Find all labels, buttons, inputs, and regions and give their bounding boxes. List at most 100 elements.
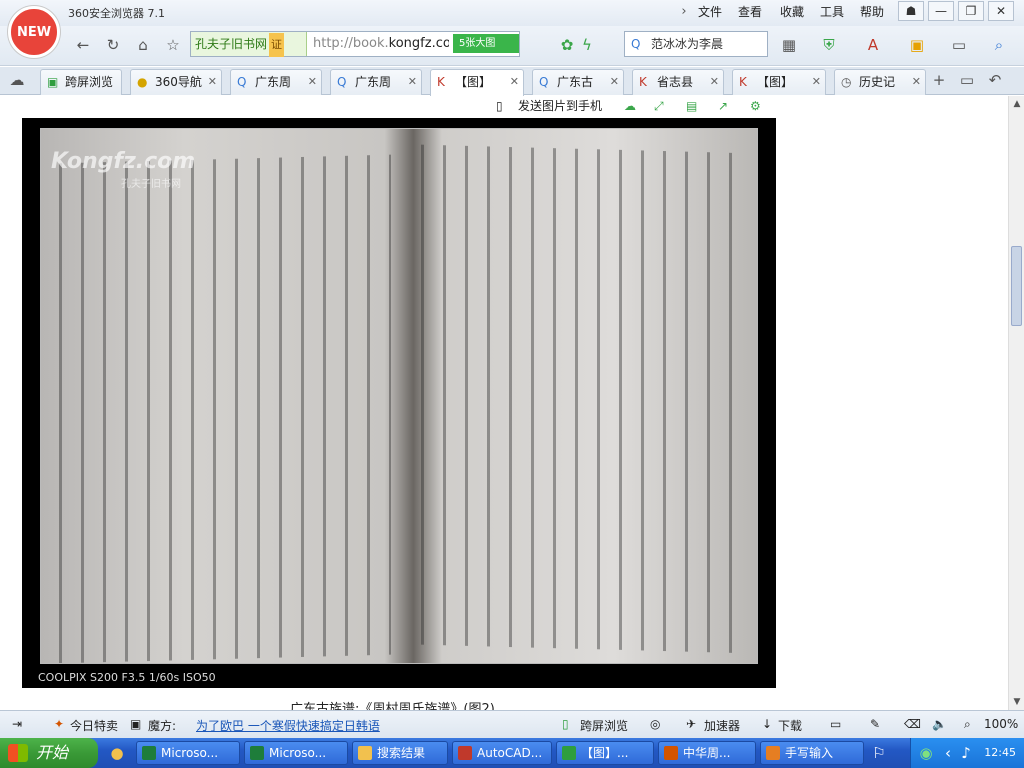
cloud-icon[interactable]: ☁ [6, 69, 28, 91]
image-icon[interactable]: ▭ [948, 34, 970, 56]
save-icon[interactable]: ▤ [686, 96, 697, 116]
page-icon[interactable]: ▭ [830, 717, 841, 731]
menu-view[interactable]: 查看 [738, 3, 762, 20]
minimize-button[interactable]: — [928, 1, 954, 21]
scroll-down-icon[interactable]: ▼ [1009, 694, 1024, 710]
close-tab-icon[interactable]: ✕ [208, 70, 217, 94]
search-icon: Q [237, 75, 247, 89]
tab-label: 历史记 [859, 75, 896, 89]
scroll-thumb[interactable] [1011, 246, 1022, 326]
taskbar-item-handwriting[interactable]: 手写输入 [760, 741, 864, 765]
taskbar-item-browser[interactable]: 【图】... [556, 741, 654, 765]
tab-list-icon[interactable]: ▭ [956, 69, 978, 91]
chevron-right-icon[interactable]: › [676, 2, 692, 22]
magic-link[interactable]: 为了欧巴 一个寒假快速搞定日韩语 [196, 717, 380, 734]
taskbar-item-zhonghua[interactable]: 中华周... [658, 741, 756, 765]
tab-cross-screen[interactable]: ▣ 跨屏浏览 [40, 69, 122, 95]
brush-icon[interactable]: ✎ [870, 717, 880, 731]
tab-360-nav[interactable]: ● 360导航 ✕ [130, 69, 222, 95]
undo-close-icon[interactable]: ↶ [984, 69, 1006, 91]
menu-file[interactable]: 文件 [698, 3, 722, 20]
home-icon[interactable]: ⌂ [132, 34, 154, 56]
quicklaunch-icon[interactable]: ● [106, 742, 128, 764]
tab-image-2[interactable]: K 【图】 ✕ [732, 69, 826, 95]
tab-guangdong-2[interactable]: Q 广东周 ✕ [330, 69, 422, 95]
accelerate-icon[interactable]: ✿ [556, 34, 578, 56]
zoom-level[interactable]: 100% [984, 717, 1018, 731]
download-button[interactable]: 下载 [778, 717, 802, 734]
close-tab-icon[interactable]: ✕ [710, 70, 719, 94]
address-bar[interactable]: 孔夫子旧书网证 http://book.kongfz.co 5张大图 [190, 31, 520, 57]
taskbar-item-autocad[interactable]: AutoCAD... [452, 741, 552, 765]
close-tab-icon[interactable]: ✕ [912, 70, 921, 94]
site-badge[interactable]: 孔夫子旧书网证 [191, 32, 307, 57]
skin-icon[interactable]: ☗ [898, 1, 924, 21]
search-input[interactable]: 范冰冰为李晨 [651, 37, 723, 51]
windows-logo-icon [8, 744, 28, 762]
tab-active-image[interactable]: K 【图】 ✕ [430, 69, 524, 96]
language-icon[interactable]: ⚐ [868, 742, 890, 764]
tab-label: 跨屏浏览 [65, 75, 114, 89]
translate-icon[interactable]: A [862, 34, 884, 56]
apps-icon[interactable]: ▦ [778, 34, 800, 56]
menu-tools[interactable]: 工具 [820, 3, 844, 20]
back-icon[interactable]: ← [72, 34, 94, 56]
cross-screen-button[interactable]: 跨屏浏览 [580, 717, 628, 734]
extensions-icon[interactable]: ▣ [906, 34, 928, 56]
big-image-button[interactable]: 5张大图 [453, 34, 519, 53]
sidebar-toggle-icon[interactable]: ⇥ [12, 717, 22, 731]
menu-help[interactable]: 帮助 [860, 3, 884, 20]
clean-icon[interactable]: ⌫ [904, 717, 921, 731]
app-title: 360安全浏览器 7.1 [68, 7, 165, 20]
share-icon[interactable]: ↗ [718, 96, 728, 116]
close-tab-icon[interactable]: ✕ [812, 70, 821, 94]
genealogy-book-photo[interactable]: Kongfz.com 孔夫子旧书网 [40, 128, 758, 664]
tab-history[interactable]: ◷ 历史记 ✕ [834, 69, 926, 95]
zoom-icon[interactable]: ⌕ [988, 34, 1010, 56]
maximize-button[interactable]: ❐ [958, 1, 984, 21]
status-bar: ⇥ ✦ 今日特卖 ▣ 魔方: 为了欧巴 一个寒假快速搞定日韩语 ▯ 跨屏浏览 ◎… [0, 710, 1024, 738]
close-button[interactable]: ✕ [988, 1, 1014, 21]
shield-icon[interactable]: ⛨ [818, 34, 840, 56]
url-text[interactable]: http://book.kongfz.co [313, 32, 449, 56]
close-tab-icon[interactable]: ✕ [308, 70, 317, 94]
excel-icon [250, 746, 264, 760]
fullscreen-icon[interactable]: ⤢ [654, 96, 664, 116]
today-deals-link[interactable]: 今日特卖 [70, 717, 118, 734]
360-browser-icon [562, 746, 576, 760]
refresh-icon[interactable]: ↻ [102, 34, 124, 56]
tab-province-records[interactable]: K 省志县 ✕ [632, 69, 724, 95]
folder-icon [358, 746, 372, 760]
accelerator-button[interactable]: 加速器 [704, 717, 740, 734]
send-to-phone-button[interactable]: 发送图片到手机 [518, 96, 602, 116]
phone-icon[interactable]: ▯ [496, 96, 503, 116]
browser-status-icon[interactable]: ◎ [650, 717, 660, 731]
start-button[interactable]: 开始 [0, 738, 98, 768]
taskbar-item-excel-1[interactable]: Microso... [136, 741, 240, 765]
volume-tray-icon[interactable]: ♪ [955, 742, 977, 764]
new-tab-icon[interactable]: + [928, 69, 950, 91]
close-tab-icon[interactable]: ✕ [408, 70, 417, 94]
network-icon[interactable]: ◉ [915, 742, 937, 764]
lightning-icon[interactable]: ϟ [576, 34, 598, 56]
taskbar-item-search[interactable]: 搜索结果 [352, 741, 448, 765]
volume-icon[interactable]: 🔈 [932, 717, 947, 731]
scroll-up-icon[interactable]: ▲ [1009, 96, 1024, 112]
search-box[interactable]: Q 范冰冰为李晨 [624, 31, 768, 57]
settings-icon[interactable]: ⚙ [750, 96, 761, 116]
magic-cube-icon: ▣ [130, 717, 142, 731]
close-tab-icon[interactable]: ✕ [510, 70, 519, 94]
360-browser-logo[interactable]: NEW [8, 6, 60, 58]
tab-guangdong-gu[interactable]: Q 广东古 ✕ [532, 69, 624, 95]
close-tab-icon[interactable]: ✕ [610, 70, 619, 94]
menu-favorites[interactable]: 收藏 [780, 3, 804, 20]
cloud-icon[interactable]: ☁ [624, 96, 636, 116]
star-icon[interactable]: ☆ [162, 34, 184, 56]
tab-guangdong-1[interactable]: Q 广东周 ✕ [230, 69, 322, 95]
book-page-right [421, 144, 751, 654]
cert-badge[interactable]: 证 [269, 33, 285, 57]
excel-icon [142, 746, 156, 760]
vertical-scrollbar[interactable]: ▲ ▼ [1008, 96, 1024, 710]
exif-info: COOLPIX S200 F3.5 1/60s ISO50 [38, 671, 216, 684]
taskbar-item-excel-2[interactable]: Microso... [244, 741, 348, 765]
